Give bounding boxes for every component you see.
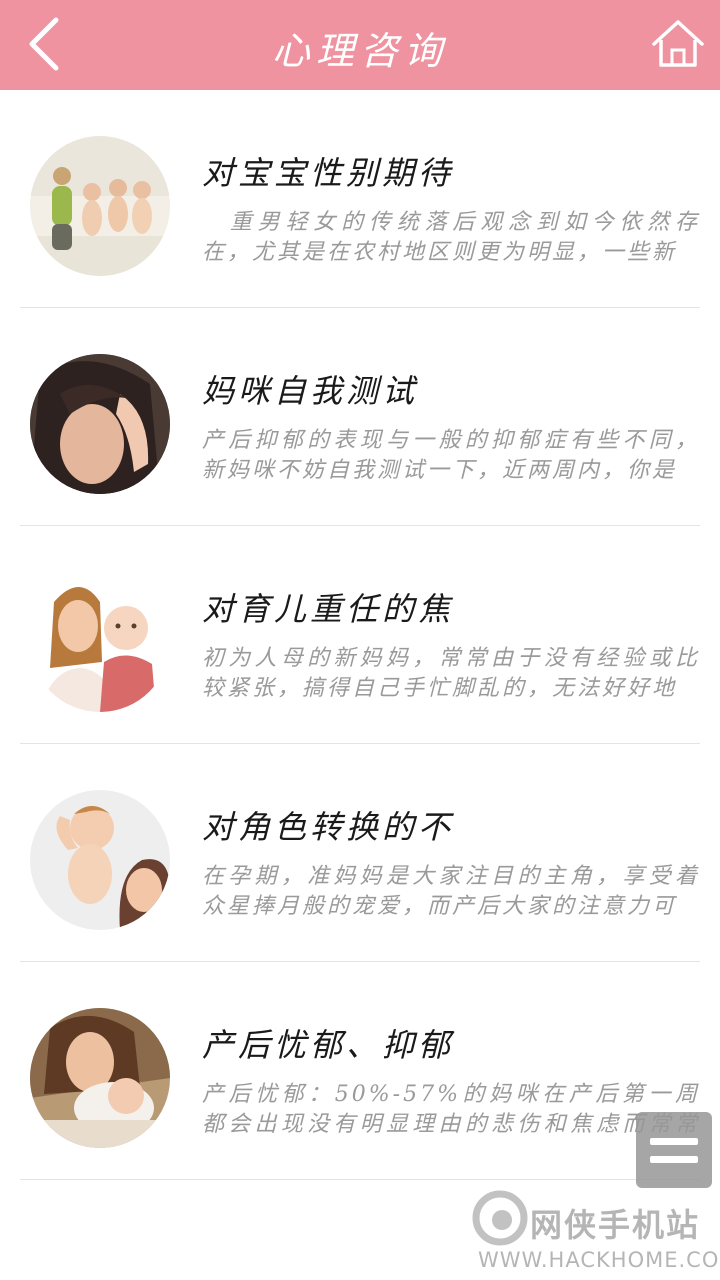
article-list: 对宝宝性别期待 重男轻女的传统落后观念到如今依然存在，尤其是在农村地区则更为明显… [0, 90, 720, 1180]
home-icon [652, 20, 704, 67]
list-item[interactable]: 对育儿重任的焦 初为人母的新妈妈，常常由于没有经验或比较紧张，搞得自己手忙脚乱的… [20, 526, 700, 744]
list-item[interactable]: 产后忧郁、抑郁 产后忧郁：50%-57%的妈咪在产后第一周都会出现没有明显理由的… [20, 962, 700, 1180]
article-thumbnail [30, 354, 170, 494]
article-summary: 重男轻女的传统落后观念到如今依然存在，尤其是在农村地区则更为明显，一些新 [202, 210, 700, 265]
article-summary: 初为人母的新妈妈，常常由于没有经验或比较紧张，搞得自己手忙脚乱的，无法好好地 [202, 646, 700, 701]
article-thumbnail [30, 136, 170, 276]
list-item[interactable]: 对角色转换的不 在孕期，准妈妈是大家注目的主角，享受着众星捧月般的宠爱，而产后大… [20, 744, 700, 962]
article-title: 对角色转换的不 [202, 808, 455, 846]
article-thumbnail [30, 790, 170, 930]
list-item[interactable]: 对宝宝性别期待 重男轻女的传统落后观念到如今依然存在，尤其是在农村地区则更为明显… [20, 90, 700, 308]
page-title: 心理咨询 [271, 29, 448, 73]
article-summary: 产后忧郁：50%-57%的妈咪在产后第一周都会出现没有明显理由的悲伤和焦虑而常常… [202, 1082, 700, 1137]
article-title: 对育儿重任的焦 [202, 590, 455, 628]
article-summary: 产后抑郁的表现与一般的抑郁症有些不同，新妈咪不妨自我测试一下，近两周内，你是 [202, 428, 700, 483]
list-item[interactable]: 妈咪自我测试 产后抑郁的表现与一般的抑郁症有些不同，新妈咪不妨自我测试一下，近两… [20, 308, 700, 526]
watermark-name: 网侠手机站 [530, 1206, 701, 1244]
logo-icon [472, 1190, 528, 1246]
article-summary: 在孕期，准妈妈是大家注目的主角，享受着众星捧月般的宠爱，而产后大家的注意力可 [202, 864, 700, 919]
article-title: 妈咪自我测试 [202, 372, 419, 410]
article-thumbnail [30, 1008, 170, 1148]
watermark-url: WWW.HACKHOME.COM [478, 1248, 720, 1272]
article-title: 对宝宝性别期待 [202, 154, 455, 192]
article-thumbnail [30, 572, 170, 712]
app-header: 心理咨询 [0, 0, 720, 90]
article-title: 产后忧郁、抑郁 [202, 1026, 455, 1064]
home-button[interactable] [650, 18, 706, 70]
site-watermark: 网侠手机站 WWW.HACKHOME.COM [470, 1186, 720, 1280]
menu-button[interactable] [636, 1112, 712, 1188]
